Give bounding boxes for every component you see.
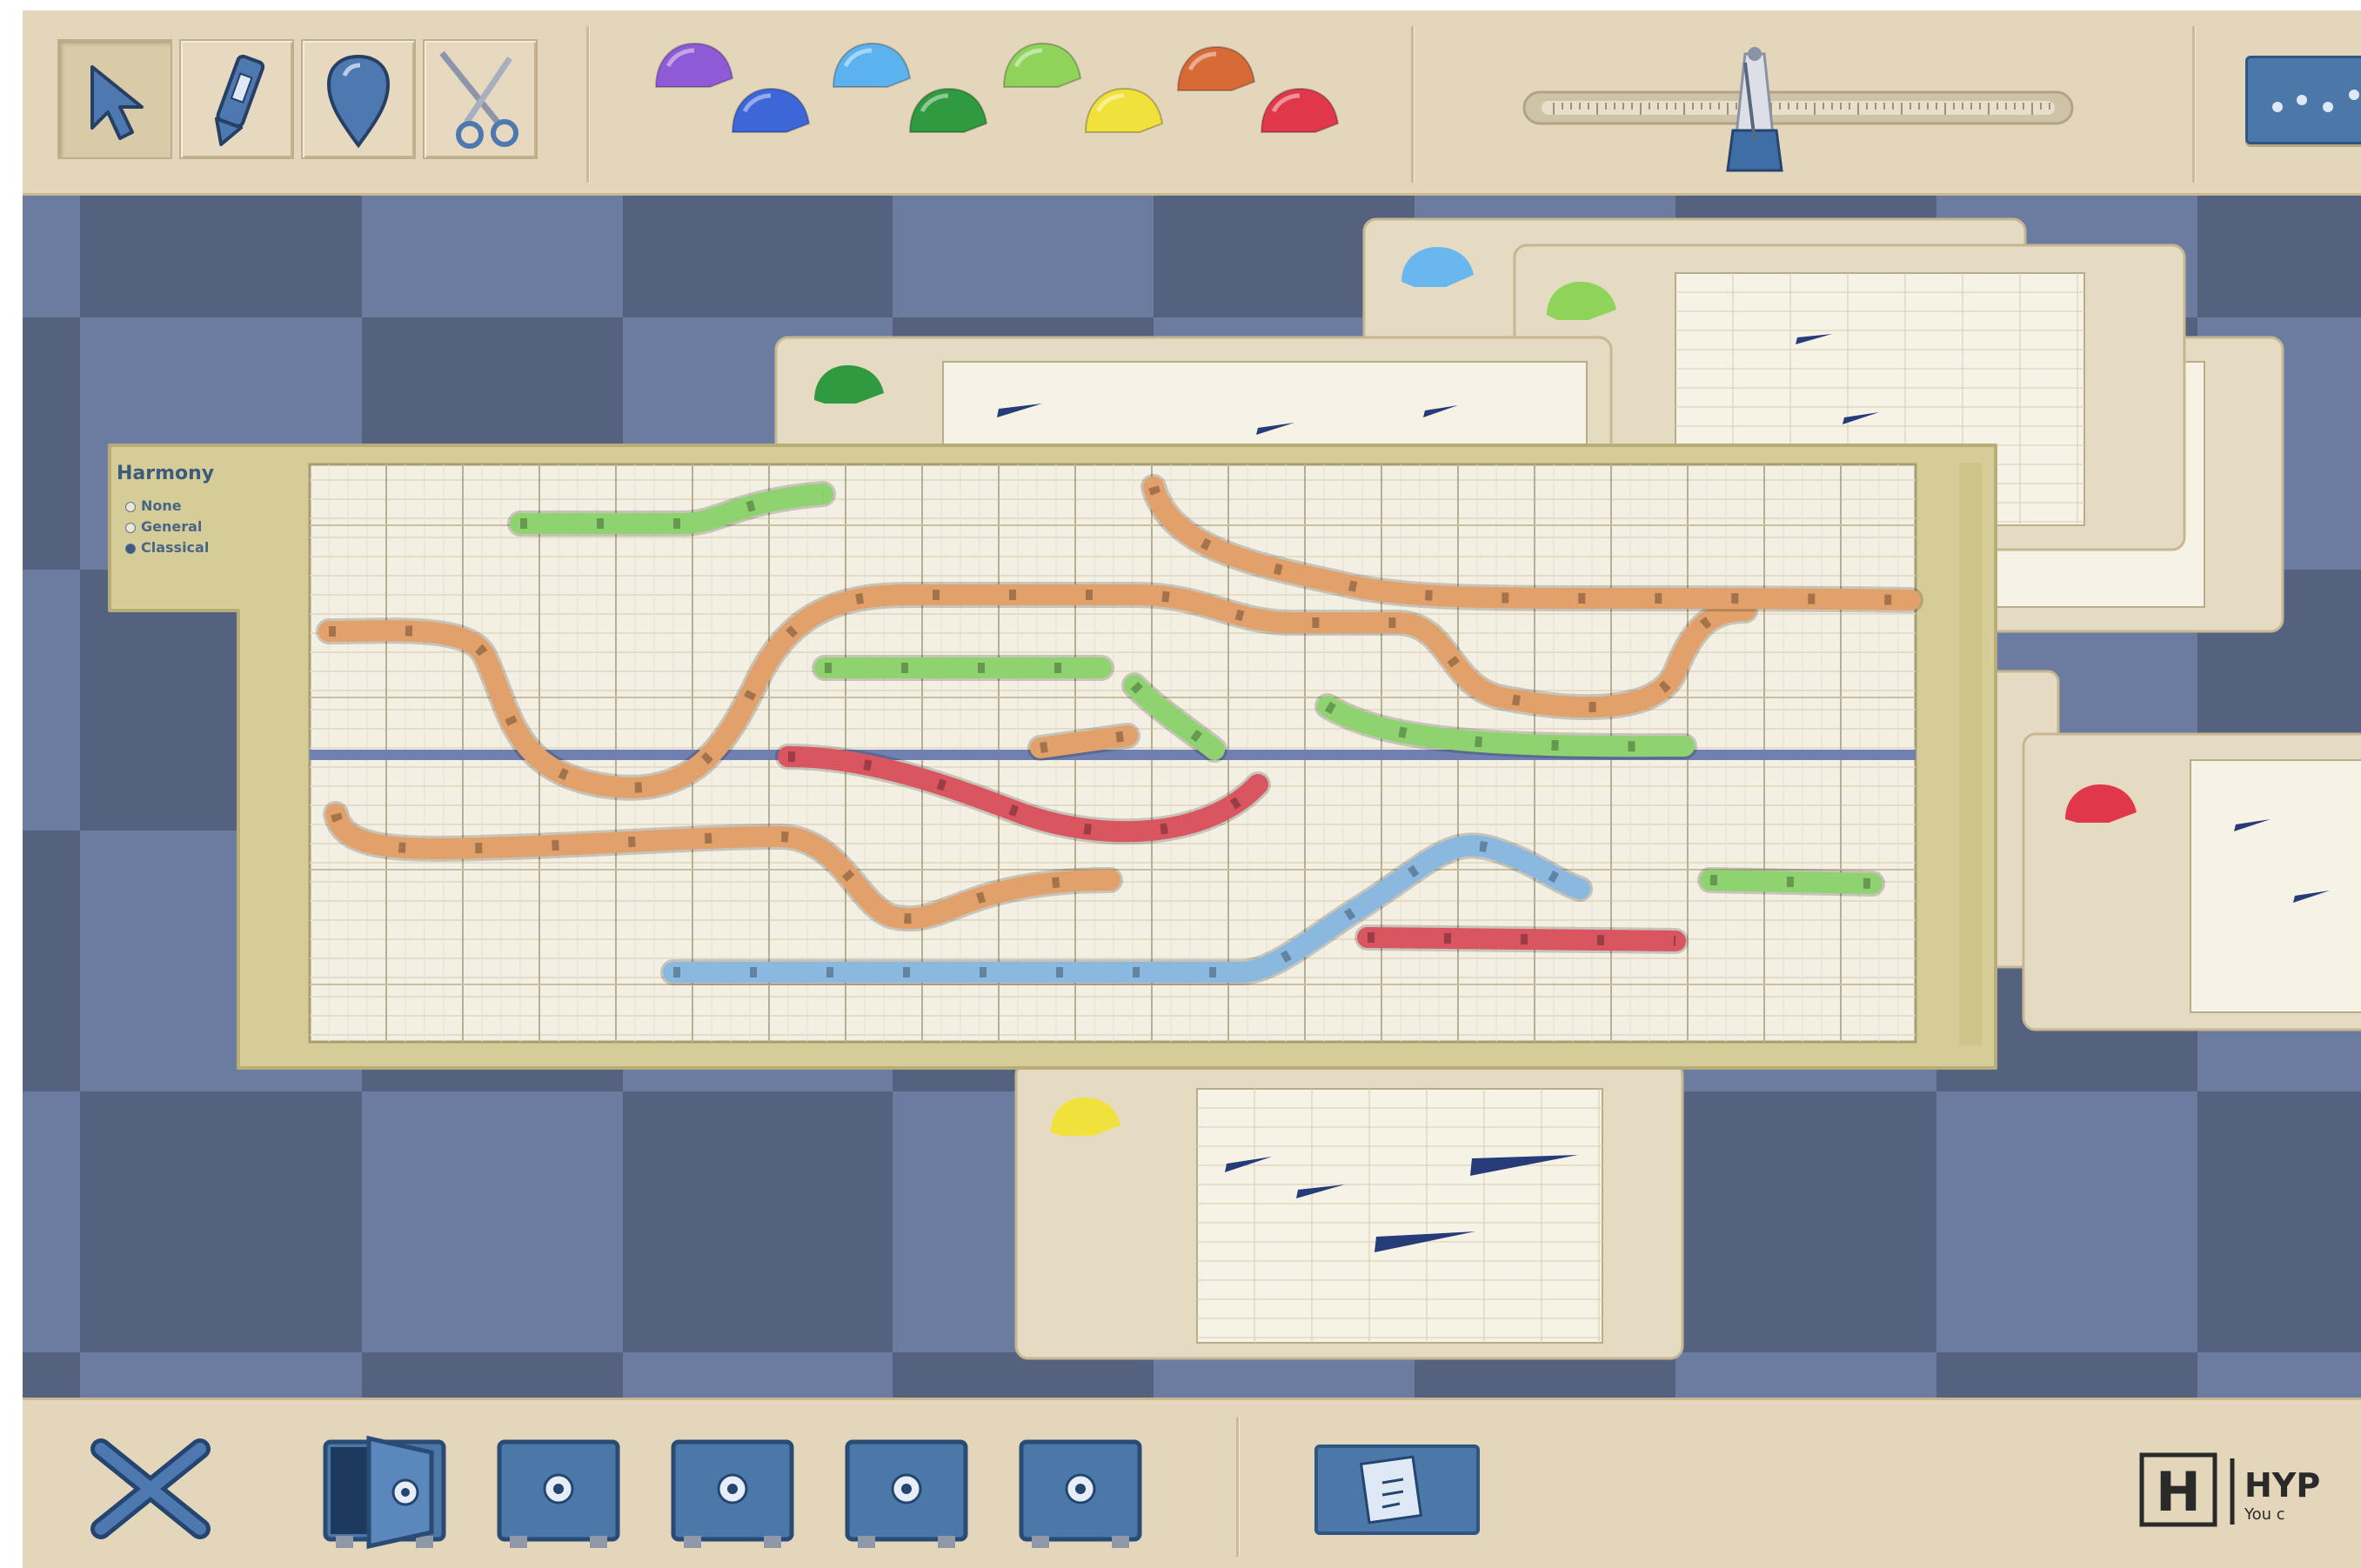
logo-h-icon: H HYP You c — [2139, 1452, 2320, 1527]
safe-icon[interactable] — [832, 1431, 980, 1553]
radio-button[interactable] — [125, 522, 136, 533]
logo-text: HYP — [2244, 1466, 2320, 1505]
harmony-option-classical[interactable]: Classical — [125, 539, 209, 556]
harmony-option-none[interactable]: None — [125, 497, 182, 514]
harmony-title: Harmony — [117, 463, 215, 484]
harmony-panel-frame — [108, 444, 1997, 1070]
notes-document-icon — [1314, 1445, 1480, 1535]
harmony-option-label: Classical — [141, 539, 210, 556]
harmony-option-label: General — [141, 518, 203, 535]
svg-text:H: H — [2156, 1460, 2201, 1524]
save-song-button[interactable] — [1313, 1441, 1483, 1538]
logo-subtext: You c — [2244, 1505, 2285, 1524]
radio-button-selected[interactable] — [125, 543, 136, 554]
app-window: Harmony None General Classical H HYP You… — [23, 10, 2361, 1568]
close-x-icon — [90, 1438, 211, 1539]
open-safe-icon[interactable] — [310, 1431, 458, 1553]
harmony-option-label: None — [141, 497, 182, 514]
safe-icon[interactable] — [484, 1431, 632, 1553]
safe-icon[interactable] — [1006, 1431, 1154, 1553]
publisher-logo: H HYP You c — [2137, 1441, 2361, 1537]
close-button[interactable] — [85, 1437, 216, 1541]
orange-note-track[interactable] — [1030, 725, 1138, 758]
harmony-option-general[interactable]: General — [125, 518, 202, 535]
safe-icon[interactable] — [658, 1431, 806, 1553]
radio-button[interactable] — [125, 501, 136, 512]
toolbar-divider — [1236, 1418, 1239, 1557]
